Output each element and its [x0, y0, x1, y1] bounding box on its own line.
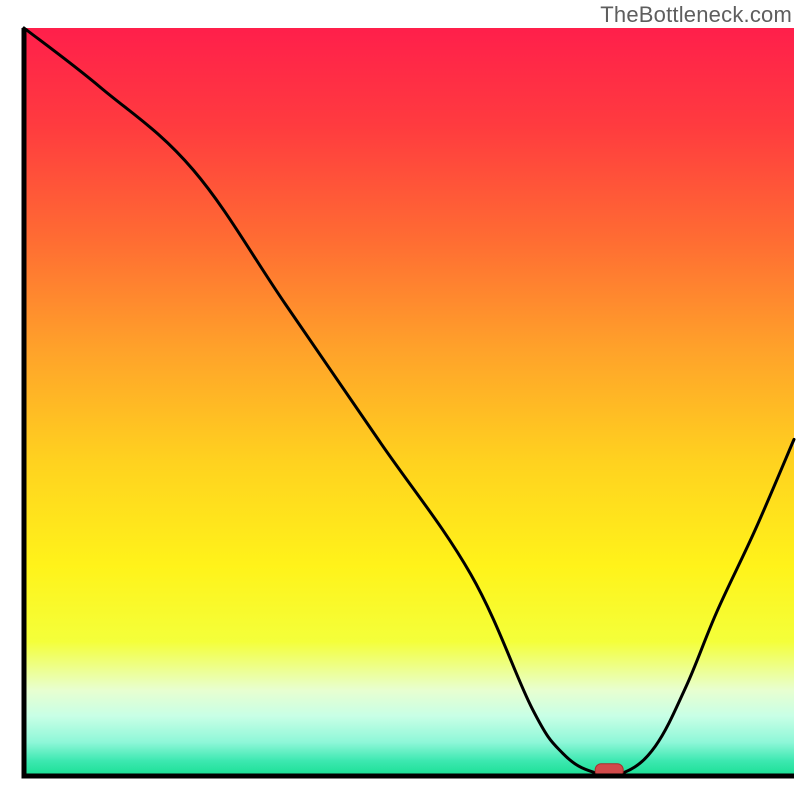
chart-container: { "watermark": "TheBottleneck.com", "cha… — [0, 0, 800, 800]
plot-background — [24, 28, 794, 776]
watermark-text: TheBottleneck.com — [600, 2, 792, 28]
bottleneck-chart — [0, 0, 800, 800]
